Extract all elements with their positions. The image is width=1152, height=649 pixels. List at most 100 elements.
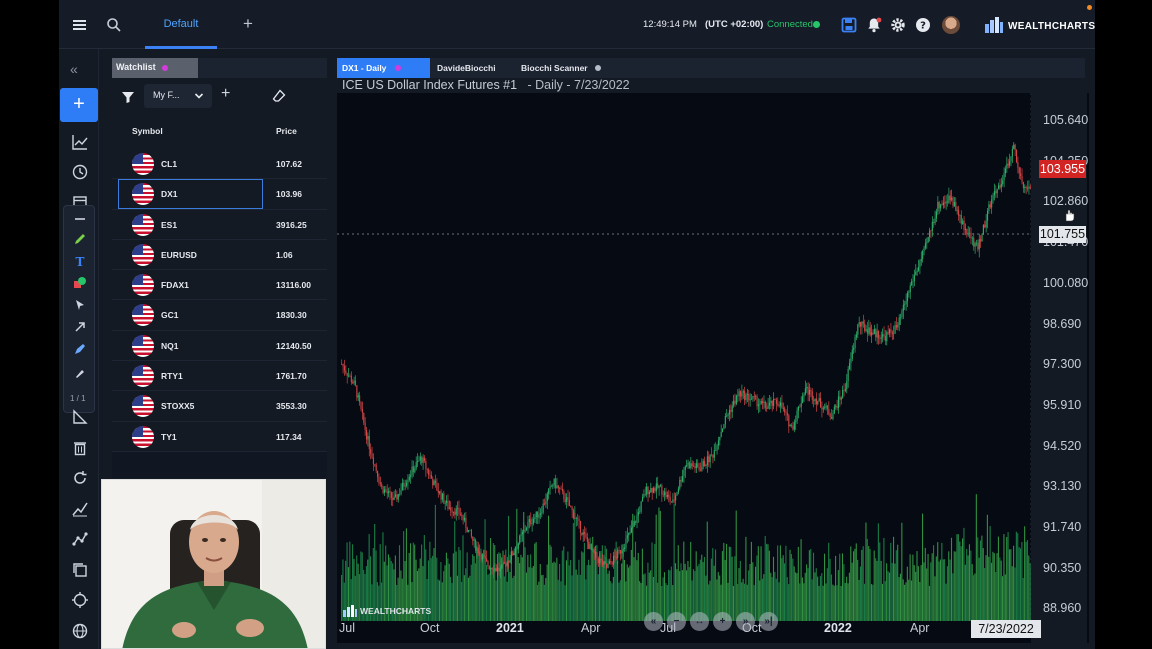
volume-bar	[806, 564, 808, 621]
clock-icon[interactable]	[71, 163, 89, 181]
timezone[interactable]: (UTC +02:00)	[705, 19, 763, 30]
node-line-icon[interactable]	[71, 530, 89, 548]
watchlist-row-nq1[interactable]: NQ1 12140.50	[112, 331, 327, 362]
user-avatar[interactable]	[942, 16, 960, 34]
chart-tab-davidebiocchi[interactable]: DavideBiocchi	[432, 58, 514, 78]
column-header-symbol[interactable]: Symbol	[132, 126, 163, 136]
column-header-price[interactable]: Price	[276, 126, 297, 136]
bell-icon[interactable]	[865, 16, 883, 34]
candle-body	[842, 390, 844, 398]
pen-tool-icon[interactable]	[73, 342, 87, 356]
candle-body	[828, 409, 830, 415]
trend-icon[interactable]	[71, 500, 89, 518]
line-chart-icon[interactable]	[71, 133, 89, 151]
text-tool-icon[interactable]: T	[73, 254, 87, 268]
brush-icon[interactable]	[73, 366, 87, 380]
candle-body	[821, 406, 823, 410]
candle-body	[971, 237, 973, 239]
watchlist-row-cl1[interactable]: CL1 107.62	[112, 149, 327, 180]
scroll-to-start-icon[interactable]: «	[644, 612, 663, 631]
add-symbol-button[interactable]: +	[221, 85, 230, 103]
volume-bar	[926, 568, 928, 621]
candle-body	[617, 550, 619, 559]
highlighter-icon[interactable]	[73, 232, 87, 246]
candle-body	[752, 396, 754, 399]
shapes-icon[interactable]	[73, 276, 87, 290]
watchlist-tab[interactable]: Watchlist	[112, 58, 198, 78]
volume-bar	[854, 548, 856, 621]
watchlist-row-stoxx5[interactable]: STOXX5 3553.30	[112, 391, 327, 422]
chart-tab-biocchi-scanner[interactable]: Biocchi Scanner	[516, 58, 611, 78]
watchlist-row-dx1[interactable]: DX1 103.96	[112, 179, 327, 210]
watchlist-row-rty1[interactable]: RTY1 1761.70	[112, 361, 327, 392]
scroll-to-end-icon[interactable]: »|	[759, 612, 778, 631]
save-icon[interactable]	[840, 16, 858, 34]
zoom-out-icon[interactable]: −	[667, 612, 686, 631]
add-tab-button[interactable]: +	[239, 13, 257, 35]
volume-bar	[946, 566, 948, 621]
eraser-icon[interactable]	[272, 89, 286, 103]
candle-body	[1003, 173, 1005, 181]
chart-tab-dx1-daily[interactable]: DX1 - Daily	[337, 58, 430, 78]
candle-body	[343, 366, 345, 371]
new-item-button[interactable]: +	[60, 88, 98, 122]
arrow-tool-icon[interactable]	[73, 320, 87, 334]
price-cell: 1761.70	[276, 371, 307, 382]
target-icon[interactable]	[71, 591, 89, 609]
filter-icon[interactable]	[121, 90, 135, 104]
volume-bar	[977, 537, 979, 621]
refresh-icon[interactable]	[71, 469, 89, 487]
minus-icon[interactable]	[73, 212, 87, 226]
globe-icon[interactable]	[71, 622, 89, 640]
watchlist-row-ty1[interactable]: TY1 117.34	[112, 422, 327, 452]
watchlist-row-es1[interactable]: ES1 3916.25	[112, 210, 327, 240]
help-icon[interactable]: ?	[914, 16, 932, 34]
volume-bar	[632, 513, 634, 621]
watchlist-row-fdax1[interactable]: FDAX1 13116.00	[112, 270, 327, 301]
volume-bar	[815, 568, 817, 621]
volume-bar	[447, 558, 449, 621]
chevron-down-icon	[194, 93, 204, 99]
reset-view-icon[interactable]: ↔	[690, 612, 709, 631]
volume-bar	[465, 568, 467, 621]
volume-bar	[862, 546, 864, 621]
watchlist-row-eurusd[interactable]: EURUSD 1.06	[112, 240, 327, 271]
candle-body	[871, 332, 873, 336]
volume-bar	[799, 583, 801, 621]
candle-body	[544, 503, 546, 505]
price-chart[interactable]	[337, 93, 1089, 643]
candle-body	[1000, 183, 1002, 188]
candle-body	[993, 191, 995, 196]
select-cursor-icon[interactable]	[73, 298, 87, 312]
scroll-forward-icon[interactable]: »	[736, 612, 755, 631]
candle-body	[902, 304, 904, 311]
watchlist-row-gc1[interactable]: GC1 1830.30	[112, 300, 327, 331]
volume-bar	[864, 583, 866, 621]
hamburger-menu-icon[interactable]	[70, 15, 90, 35]
volume-bar	[777, 545, 779, 621]
ruler-icon[interactable]	[71, 408, 89, 426]
candle-body	[701, 466, 703, 471]
candle-body	[535, 511, 537, 518]
gear-icon[interactable]	[889, 16, 907, 34]
candle-body	[917, 267, 920, 271]
volume-bar	[866, 538, 868, 621]
candle-body	[368, 436, 370, 450]
copy-icon[interactable]	[71, 561, 89, 579]
volume-bar	[905, 582, 907, 621]
volume-bar	[841, 553, 844, 621]
trash-icon[interactable]	[71, 439, 89, 457]
volume-bar	[593, 549, 595, 621]
zoom-in-icon[interactable]: +	[713, 612, 732, 631]
candle-body	[423, 457, 426, 461]
volume-bar	[869, 549, 871, 621]
volume-bar	[532, 566, 534, 621]
collapse-panel-button[interactable]: «	[70, 61, 78, 77]
watchlist-select[interactable]: My F...	[144, 84, 212, 108]
candle-body	[800, 403, 802, 407]
candle-body	[1017, 162, 1019, 168]
volume-bar	[810, 549, 812, 621]
search-icon[interactable]	[104, 15, 124, 35]
volume-bar	[950, 537, 953, 621]
tab-default[interactable]: Default	[145, 0, 217, 49]
